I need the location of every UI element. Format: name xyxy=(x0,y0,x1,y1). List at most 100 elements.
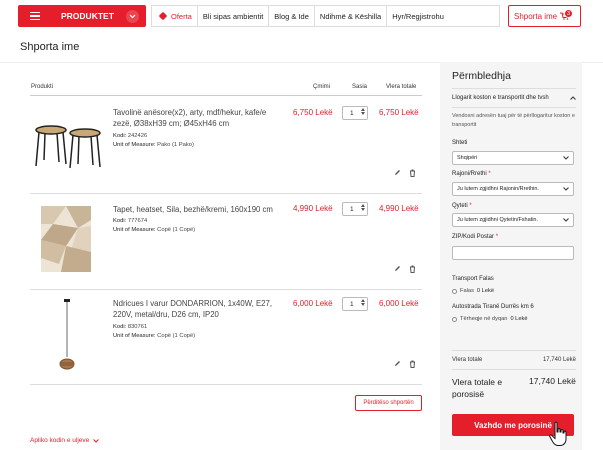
cart-count-badge: 3 xyxy=(564,9,573,18)
divider xyxy=(452,350,576,351)
pickup-title: Autostrada Tiranë Durrës km 6 xyxy=(452,304,534,310)
quantity-value: 1 xyxy=(350,109,354,117)
subtotal-row: Vlera totale 17,740 Lekë xyxy=(452,357,576,363)
uom-label: Unit of Measure: xyxy=(113,227,156,233)
product-meta: Kodi: 830761 Unit of Measure: Copë (1 Co… xyxy=(113,323,195,341)
col-header-total: Vlera totale xyxy=(386,84,417,90)
col-header-qty: Sasia xyxy=(352,84,368,90)
city-select[interactable]: Ju lutem zgjidhni Qytetin/Fshatin. xyxy=(452,213,574,227)
product-image[interactable] xyxy=(41,206,91,272)
edit-icon[interactable] xyxy=(394,265,401,272)
product-uom: Pako (1 Pako) xyxy=(157,142,194,148)
country-select[interactable]: Shqipëri xyxy=(452,151,574,165)
quantity-stepper[interactable]: 1 xyxy=(342,297,368,311)
col-header-product: Produkti xyxy=(31,84,54,90)
nav-item-help[interactable]: Ndihmë & Këshilla xyxy=(315,6,388,26)
product-uom: Copë (1 Copë) xyxy=(157,227,196,233)
free-option-price: 0 Lekë xyxy=(476,288,494,294)
trash-icon[interactable] xyxy=(409,360,416,368)
region-value: Ju lutem zgjidhni Rajonin/Rrethin. xyxy=(457,186,539,192)
trash-icon[interactable] xyxy=(409,169,416,177)
product-image[interactable] xyxy=(33,120,103,170)
spin-arrows-icon[interactable] xyxy=(361,108,365,115)
spin-arrows-icon[interactable] xyxy=(361,204,365,211)
zip-label: ZIP/Kodi Postar * xyxy=(452,234,498,240)
product-uom: Copë (1 Copë) xyxy=(157,333,196,339)
update-cart-button[interactable]: Përditëso shportën xyxy=(355,395,422,411)
radio-icon xyxy=(452,288,457,294)
subtotal-value: 17,740 Lekë xyxy=(542,357,576,363)
shipping-description: Vendosni adresën tuaj për të përllogarit… xyxy=(452,113,575,128)
trash-icon[interactable] xyxy=(409,265,416,273)
quantity-stepper[interactable]: 1 xyxy=(342,106,368,120)
page-title: Shporta ime xyxy=(20,41,80,53)
product-total: 6,000 Lekë xyxy=(379,299,419,308)
country-label: Shteti xyxy=(452,140,468,146)
product-code: 777674 xyxy=(127,218,148,224)
site-header: PRODUKTET Oferta Bli sipas ambientit Blo… xyxy=(0,0,603,34)
shipping-estimate-toggle[interactable]: Llogarit koston e transportit dhe tvsh xyxy=(452,95,576,101)
spin-arrows-icon[interactable] xyxy=(361,299,365,306)
pickup-option-label: Tërheqje në dyqan xyxy=(460,316,508,322)
radio-icon xyxy=(452,316,457,322)
tag-icon xyxy=(158,11,168,21)
divider xyxy=(30,95,422,96)
product-price: 6,000 Lekë xyxy=(293,299,333,308)
nav-item-blog[interactable]: Blog & Ide xyxy=(269,6,315,26)
divider xyxy=(30,289,422,290)
free-shipping-title: Transport Falas xyxy=(452,276,494,282)
code-label: Kodi: xyxy=(113,218,127,224)
product-name[interactable]: Ndricues I varur DONDARRION, 1x40W, E27,… xyxy=(113,298,285,320)
zip-label-text: ZIP/Kodi Postar xyxy=(452,234,495,240)
col-header-price: Çmimi xyxy=(313,84,330,90)
nav-item-login[interactable]: Hyr/Regjistrohu xyxy=(387,6,449,26)
products-menu-button[interactable]: PRODUKTET xyxy=(18,5,146,27)
region-label-text: Rajoni/Rrethi xyxy=(452,171,487,177)
chevron-down-icon xyxy=(563,187,569,191)
menu-icon xyxy=(30,11,40,21)
grand-total-label: Vlera totale e porosisë xyxy=(452,377,503,399)
uom-label: Unit of Measure: xyxy=(113,142,156,148)
main-nav: Oferta Bli sipas ambientit Blog & Ide Nd… xyxy=(151,5,500,27)
product-code: 830761 xyxy=(127,324,148,330)
chevron-down-icon xyxy=(93,438,100,443)
edit-icon[interactable] xyxy=(394,169,401,176)
quantity-value: 1 xyxy=(350,205,354,213)
free-option-label: Falas xyxy=(460,288,474,294)
region-select[interactable]: Ju lutem zgjidhni Rajonin/Rrethin. xyxy=(452,182,574,196)
nav-item-oferta[interactable]: Oferta xyxy=(152,6,198,26)
product-image[interactable] xyxy=(52,297,82,377)
nav-item-label: Oferta xyxy=(171,11,192,21)
product-price: 4,990 Lekë xyxy=(293,204,333,213)
quantity-stepper[interactable]: 1 xyxy=(342,202,368,216)
store-pickup-radio[interactable]: Tërheqje në dyqan 0 Lekë xyxy=(452,316,528,322)
cart-button[interactable]: Shporta ime 3 xyxy=(508,5,581,27)
edit-icon[interactable] xyxy=(394,360,401,367)
zip-input[interactable] xyxy=(452,246,574,260)
pickup-option-price: 0 Lekë xyxy=(510,316,528,322)
row-actions xyxy=(394,265,416,273)
product-meta: Kodi: 777674 Unit of Measure: Copë (1 Co… xyxy=(113,217,195,235)
hand-cursor-icon xyxy=(548,421,570,447)
code-label: Kodi: xyxy=(113,324,127,330)
required-marker: * xyxy=(488,171,491,177)
country-value: Shqipëri xyxy=(457,155,478,161)
chevron-down-icon xyxy=(126,9,139,23)
product-name[interactable]: Tapet, heatset, Sila, bezhë/kremi, 160x1… xyxy=(113,204,285,215)
divider xyxy=(30,193,422,194)
product-total: 6,750 Lekë xyxy=(379,108,419,117)
divider xyxy=(452,107,576,108)
free-shipping-radio[interactable]: Falas 0 Lekë xyxy=(452,288,494,294)
grand-total-value: 17,740 Lekë xyxy=(529,376,576,386)
required-marker: * xyxy=(469,203,472,209)
cart-label: Shporta ime xyxy=(514,11,558,21)
coupon-toggle[interactable]: Apliko kodin e uljeve xyxy=(30,437,100,444)
product-code: 242426 xyxy=(127,133,148,139)
nav-item-ambient[interactable]: Bli sipas ambientit xyxy=(198,6,270,26)
coupon-label: Apliko kodin e uljeve xyxy=(30,437,90,444)
uom-label: Unit of Measure: xyxy=(113,333,156,339)
chevron-up-icon xyxy=(570,96,576,100)
product-name[interactable]: Tavolinë anësore(x2), arty, mdf/hekur, k… xyxy=(113,107,285,129)
chevron-down-icon xyxy=(563,156,569,160)
summary-title: Përmbledhja xyxy=(452,70,511,82)
